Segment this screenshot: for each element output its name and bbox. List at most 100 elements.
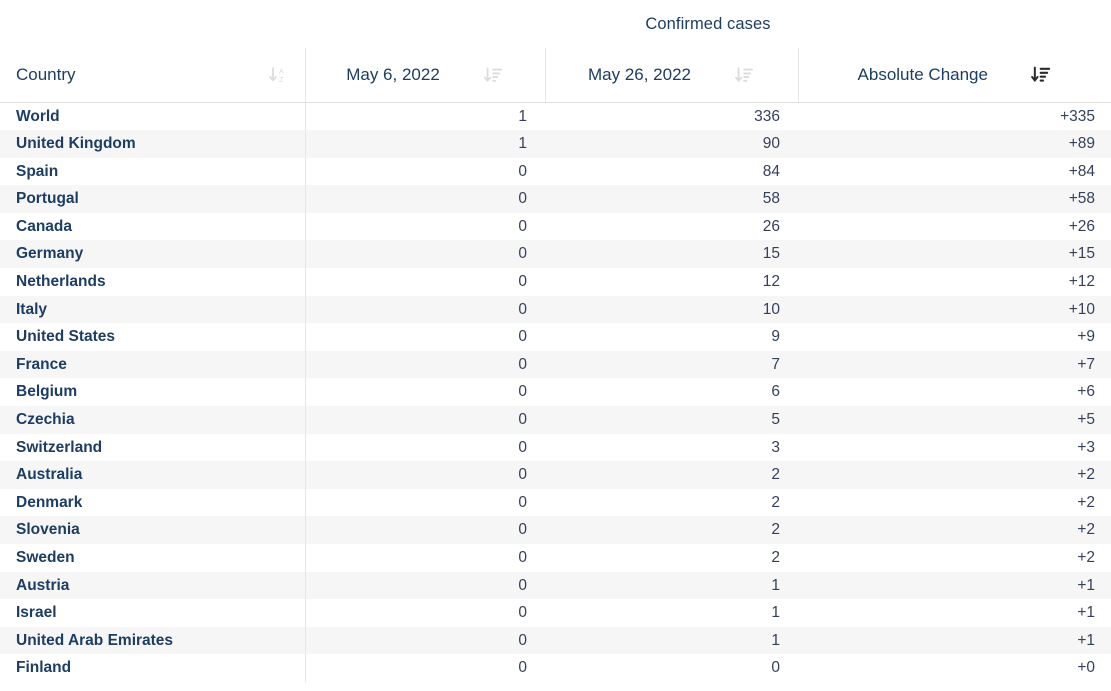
cell-may-6-2022: 1 — [305, 102, 545, 130]
cell-country: France — [0, 351, 305, 379]
cell-may-26-2022: 6 — [545, 378, 798, 406]
cell-may-26-2022: 2 — [545, 516, 798, 544]
cell-absolute-change: +84 — [798, 158, 1111, 186]
cell-may-6-2022: 0 — [305, 406, 545, 434]
cell-absolute-change: +0 — [798, 654, 1111, 682]
cell-country: Czechia — [0, 406, 305, 434]
cell-country: Switzerland — [0, 434, 305, 462]
table-row[interactable]: Canada026+26 — [0, 213, 1111, 241]
cell-absolute-change: +2 — [798, 544, 1111, 572]
column-header-country[interactable]: Country A Z — [0, 48, 305, 102]
table-row[interactable]: Australia02+2 — [0, 461, 1111, 489]
cell-may-26-2022: 2 — [545, 544, 798, 572]
cell-may-6-2022: 0 — [305, 240, 545, 268]
cell-country: Canada — [0, 213, 305, 241]
cell-absolute-change: +6 — [798, 378, 1111, 406]
table-row[interactable]: Belgium06+6 — [0, 378, 1111, 406]
cell-country: United States — [0, 323, 305, 351]
cell-may-6-2022: 0 — [305, 268, 545, 296]
table-row[interactable]: Netherlands012+12 — [0, 268, 1111, 296]
table-body: World1336+335United Kingdom190+89Spain08… — [0, 102, 1111, 682]
table-row[interactable]: Czechia05+5 — [0, 406, 1111, 434]
cell-may-6-2022: 0 — [305, 434, 545, 462]
cell-may-6-2022: 1 — [305, 130, 545, 158]
cell-may-26-2022: 2 — [545, 489, 798, 517]
cell-absolute-change: +2 — [798, 489, 1111, 517]
cell-country: Spain — [0, 158, 305, 186]
cell-may-6-2022: 0 — [305, 323, 545, 351]
table-row[interactable]: Denmark02+2 — [0, 489, 1111, 517]
column-header-may-6-2022[interactable]: May 6, 2022 — [305, 48, 545, 102]
column-header-country-label: Country — [16, 65, 76, 85]
cell-may-6-2022: 0 — [305, 489, 545, 517]
table-row[interactable]: Finland00+0 — [0, 654, 1111, 682]
cell-may-6-2022: 0 — [305, 296, 545, 324]
cell-may-6-2022: 0 — [305, 516, 545, 544]
table-row[interactable]: France07+7 — [0, 351, 1111, 379]
group-header-confirmed-cases: Confirmed cases — [305, 0, 1111, 48]
table-row[interactable]: Switzerland03+3 — [0, 434, 1111, 462]
table-row[interactable]: United Arab Emirates01+1 — [0, 627, 1111, 655]
cell-absolute-change: +26 — [798, 213, 1111, 241]
cell-absolute-change: +1 — [798, 572, 1111, 600]
cell-absolute-change: +2 — [798, 516, 1111, 544]
cell-may-26-2022: 26 — [545, 213, 798, 241]
cell-country: Germany — [0, 240, 305, 268]
cell-absolute-change: +12 — [798, 268, 1111, 296]
table-row[interactable]: Spain084+84 — [0, 158, 1111, 186]
table-row[interactable]: Sweden02+2 — [0, 544, 1111, 572]
table-row[interactable]: United Kingdom190+89 — [0, 130, 1111, 158]
table-row[interactable]: Italy010+10 — [0, 296, 1111, 324]
cell-absolute-change: +1 — [798, 599, 1111, 627]
cell-absolute-change: +1 — [798, 627, 1111, 655]
column-header-row: Country A Z May 6, 2022 — [0, 48, 1111, 102]
cell-may-26-2022: 12 — [545, 268, 798, 296]
column-header-may-26-2022[interactable]: May 26, 2022 — [545, 48, 798, 102]
table-row[interactable]: United States09+9 — [0, 323, 1111, 351]
cell-may-26-2022: 58 — [545, 185, 798, 213]
cell-country: Italy — [0, 296, 305, 324]
cell-may-6-2022: 0 — [305, 351, 545, 379]
cell-country: Denmark — [0, 489, 305, 517]
cell-absolute-change: +15 — [798, 240, 1111, 268]
cell-absolute-change: +2 — [798, 461, 1111, 489]
cell-country: Belgium — [0, 378, 305, 406]
cell-absolute-change: +7 — [798, 351, 1111, 379]
group-header-spacer — [0, 0, 305, 48]
sort-amount-down-icon[interactable] — [482, 64, 504, 86]
cell-country: Sweden — [0, 544, 305, 572]
table-row[interactable]: Austria01+1 — [0, 572, 1111, 600]
cell-may-6-2022: 0 — [305, 627, 545, 655]
cell-absolute-change: +58 — [798, 185, 1111, 213]
cell-country: Austria — [0, 572, 305, 600]
sort-alpha-down-icon[interactable]: A Z — [267, 64, 289, 86]
table-header: Confirmed cases Country A Z — [0, 0, 1111, 102]
sort-amount-down-icon[interactable] — [1030, 64, 1052, 86]
cell-may-6-2022: 0 — [305, 544, 545, 572]
cell-may-26-2022: 3 — [545, 434, 798, 462]
cell-may-26-2022: 7 — [545, 351, 798, 379]
table-row[interactable]: Portugal058+58 — [0, 185, 1111, 213]
cell-may-6-2022: 0 — [305, 654, 545, 682]
cell-may-26-2022: 5 — [545, 406, 798, 434]
cell-may-26-2022: 9 — [545, 323, 798, 351]
table-row[interactable]: Slovenia02+2 — [0, 516, 1111, 544]
svg-text:Z: Z — [279, 75, 284, 84]
cell-may-6-2022: 0 — [305, 572, 545, 600]
cell-country: Slovenia — [0, 516, 305, 544]
cell-may-6-2022: 0 — [305, 213, 545, 241]
table-row[interactable]: Germany015+15 — [0, 240, 1111, 268]
cell-country: United Arab Emirates — [0, 627, 305, 655]
group-header-row: Confirmed cases — [0, 0, 1111, 48]
cell-may-26-2022: 1 — [545, 572, 798, 600]
cell-absolute-change: +89 — [798, 130, 1111, 158]
column-header-absolute-change[interactable]: Absolute Change — [798, 48, 1111, 102]
cell-absolute-change: +3 — [798, 434, 1111, 462]
sort-amount-down-icon[interactable] — [733, 64, 755, 86]
cell-may-26-2022: 10 — [545, 296, 798, 324]
cell-country: Netherlands — [0, 268, 305, 296]
table-row[interactable]: World1336+335 — [0, 102, 1111, 130]
column-header-may-6-2022-label: May 6, 2022 — [346, 65, 440, 85]
table-row[interactable]: Israel01+1 — [0, 599, 1111, 627]
cell-absolute-change: +10 — [798, 296, 1111, 324]
